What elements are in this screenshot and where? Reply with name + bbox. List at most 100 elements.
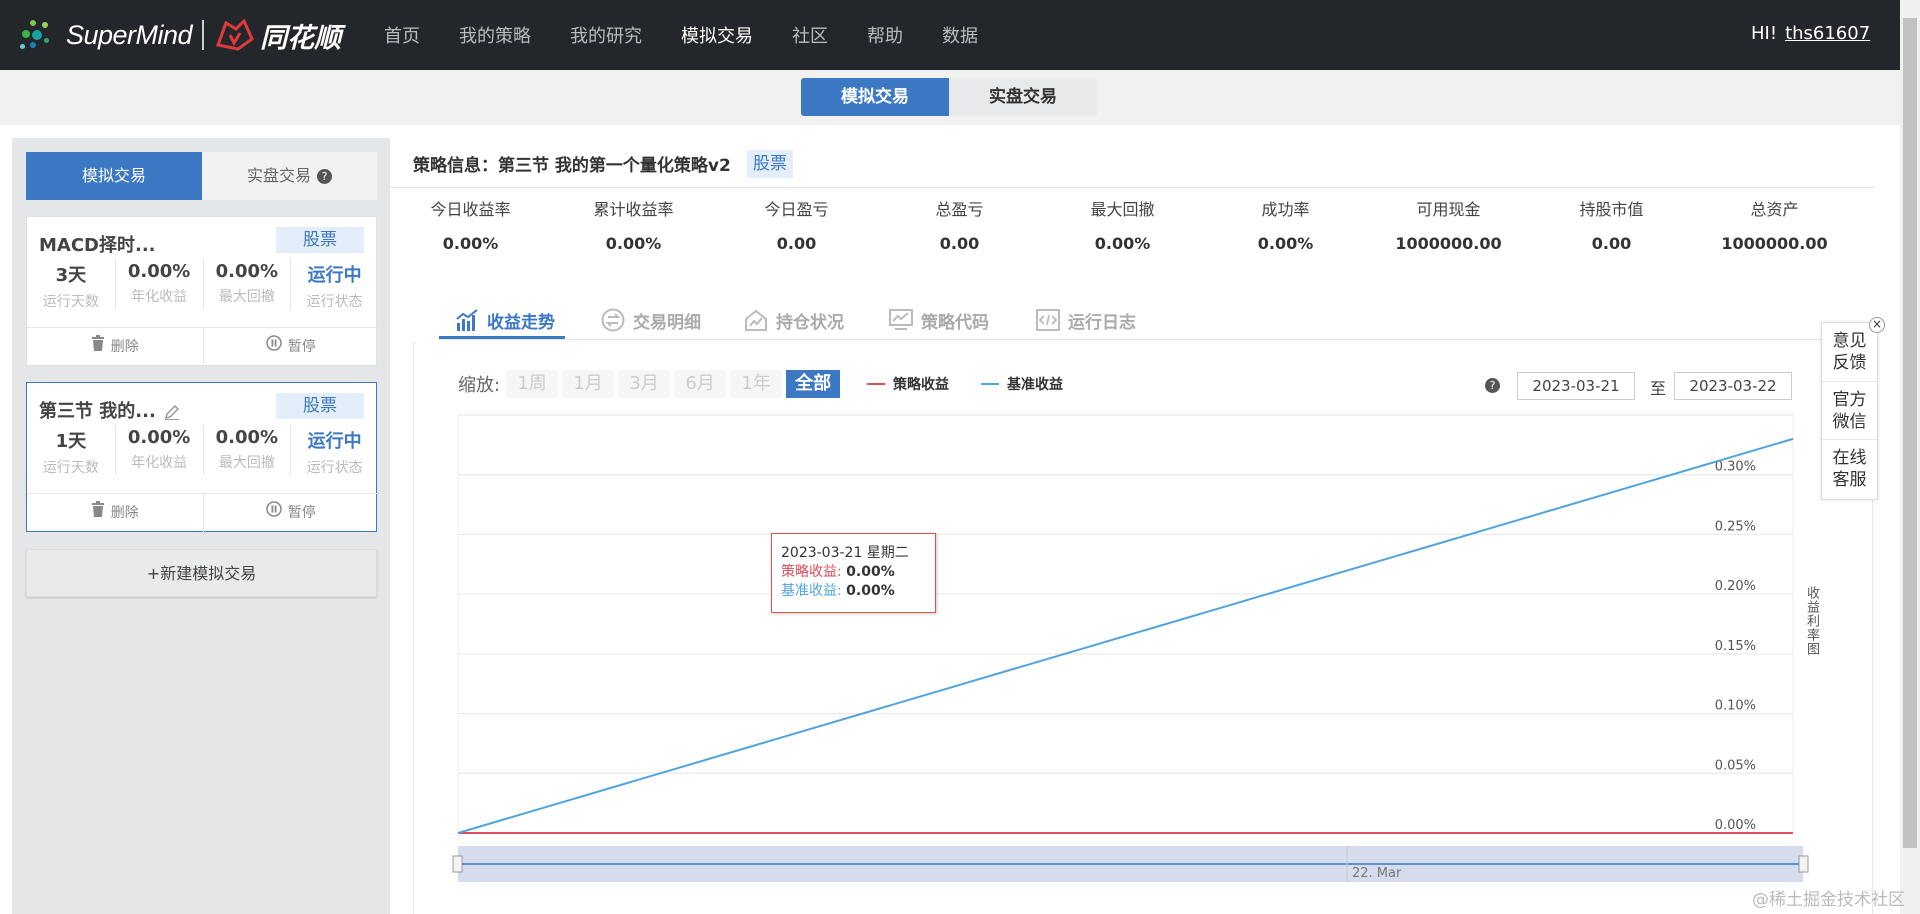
pause-label: 暂停 xyxy=(287,339,316,355)
zoom-controls: 缩放: 1周 1月 3月 6月 1年 全部 xyxy=(458,370,844,398)
stat-value: 1天 xyxy=(55,431,87,452)
supermind-wordmark: SuperMind xyxy=(66,19,193,50)
legend-label: 基准收益 xyxy=(1007,377,1063,393)
zoom-6m-button[interactable]: 6月 xyxy=(674,370,727,398)
zoom-3m-button[interactable]: 3月 xyxy=(618,370,671,398)
strategy-card[interactable]: MACD择时... 股票 3天 运行天数 0.00% 年化收益 0.00% 最大回撤 … xyxy=(26,216,379,366)
code-icon xyxy=(1036,309,1060,331)
delete-button[interactable]: 删除 xyxy=(27,328,203,366)
nav-my-strategies[interactable]: 我的策略 xyxy=(459,22,531,48)
legend-benchmark[interactable]: 基准收益 xyxy=(981,374,1063,394)
card-actions: 删除 暂停 xyxy=(27,493,378,532)
metric-label: 今日收益率 xyxy=(430,200,511,219)
feedback-widget: 意见反馈 官方微信 在线客服 xyxy=(1821,322,1878,500)
card-title-text: 第三节 我的... xyxy=(39,401,156,422)
stat-label: 运行天数 xyxy=(42,294,99,310)
zoom-1w-button[interactable]: 1周 xyxy=(506,370,559,398)
nav-data[interactable]: 数据 xyxy=(942,22,978,48)
feedback-button[interactable]: 意见反馈 xyxy=(1822,323,1877,381)
metric-label: 总盈亏 xyxy=(935,200,984,219)
tooltip-date: 2023-03-21 星期二 xyxy=(781,545,909,561)
tab-trade-details[interactable]: 交易明细 xyxy=(601,302,701,338)
metric-success-rate: 成功率 0.00% xyxy=(1204,196,1367,253)
stat-run-days: 3天运行天数 xyxy=(27,259,115,310)
stat-value: 3天 xyxy=(55,265,87,286)
stat-value: 运行中 xyxy=(307,265,362,286)
nav-community[interactable]: 社区 xyxy=(792,22,828,48)
pause-button[interactable]: 暂停 xyxy=(202,328,379,366)
card-title: MACD择时... xyxy=(39,235,156,256)
metric-total-pnl: 总盈亏 0.00 xyxy=(878,196,1041,253)
date-from-input[interactable]: 2023-03-21 xyxy=(1517,372,1635,400)
tab-label: 持仓状况 xyxy=(776,312,844,333)
watermark: @稀土掘金技术社区 xyxy=(1752,890,1905,910)
exchange-icon xyxy=(601,308,625,332)
stat-annual-return: 0.00% 年化收益 xyxy=(114,259,203,309)
close-icon[interactable]: × xyxy=(1869,317,1885,333)
pause-button[interactable]: 暂停 xyxy=(202,494,379,532)
legend-swatch xyxy=(981,383,999,385)
tab-strategy-code[interactable]: 策略代码 xyxy=(889,302,989,338)
date-separator: 至 xyxy=(1650,379,1667,398)
nav-sim-trading[interactable]: 模拟交易 xyxy=(681,22,753,48)
strategy-type-badge: 股票 xyxy=(747,150,793,178)
tabs-divider xyxy=(439,339,1875,340)
left-tab-sim[interactable]: 模拟交易 xyxy=(26,152,202,200)
stat-max-drawdown: 0.00% 最大回撤 xyxy=(202,425,291,475)
metric-today-return: 今日收益率 0.00% xyxy=(389,196,552,253)
tab-run-log[interactable]: 运行日志 xyxy=(1036,302,1136,338)
online-service-button[interactable]: 在线客服 xyxy=(1822,439,1877,497)
username-link[interactable]: ths61607 xyxy=(1785,23,1870,44)
metric-value: 0.00 xyxy=(776,234,817,253)
stat-label: 最大回撤 xyxy=(218,289,275,305)
nav-help[interactable]: 帮助 xyxy=(867,22,903,48)
left-tab-real[interactable]: 实盘交易? xyxy=(202,152,377,200)
trash-icon xyxy=(91,494,105,532)
bar-chart-icon xyxy=(456,309,478,331)
stat-value: 运行中 xyxy=(307,431,362,452)
stat-label: 年化收益 xyxy=(131,455,188,471)
pencil-icon[interactable] xyxy=(164,404,180,420)
card-type-badge: 股票 xyxy=(276,393,364,419)
pause-icon xyxy=(266,328,282,366)
official-wechat-button[interactable]: 官方微信 xyxy=(1822,381,1877,439)
metric-today-pnl: 今日盈亏 0.00 xyxy=(715,196,878,253)
metric-value: 0.00 xyxy=(1591,234,1632,253)
metric-label: 总资产 xyxy=(1750,200,1799,219)
tooltip-benchmark-value: 0.00% xyxy=(846,583,895,599)
help-icon[interactable]: ? xyxy=(317,169,332,184)
metric-value: 1000000.00 xyxy=(1721,234,1828,253)
zoom-1m-button[interactable]: 1月 xyxy=(562,370,615,398)
stat-label: 运行状态 xyxy=(306,460,363,476)
chart-tooltip: 2023-03-21 星期二 策略收益: 0.00% 基准收益: 0.00% xyxy=(771,533,936,613)
zoom-1y-button[interactable]: 1年 xyxy=(730,370,783,398)
metric-value: 1000000.00 xyxy=(1395,234,1502,253)
metric-value: 0.00 xyxy=(939,234,980,253)
main-nav: 首页 我的策略 我的研究 模拟交易 社区 帮助 数据 xyxy=(384,0,1017,70)
metric-available-cash: 可用现金 1000000.00 xyxy=(1367,196,1530,253)
scrollbar-thumb[interactable] xyxy=(1903,18,1917,848)
greeting-text: HI! xyxy=(1751,23,1778,44)
delete-button[interactable]: 删除 xyxy=(27,494,203,532)
nav-home[interactable]: 首页 xyxy=(384,22,420,48)
metric-label: 可用现金 xyxy=(1416,200,1481,219)
trading-mode-bar: 模拟交易 实盘交易 xyxy=(0,70,1900,125)
tab-positions[interactable]: 持仓状况 xyxy=(744,302,844,338)
nav-my-research[interactable]: 我的研究 xyxy=(570,22,642,48)
tab-real-trading[interactable]: 实盘交易 xyxy=(949,78,1097,116)
zoom-all-button[interactable]: 全部 xyxy=(786,370,841,398)
left-tab-real-label: 实盘交易 xyxy=(246,166,311,185)
card-type-badge: 股票 xyxy=(276,227,364,253)
chart-panel xyxy=(413,342,1873,914)
metric-label: 最大回撤 xyxy=(1090,200,1155,219)
tab-returns[interactable]: 收益走势 xyxy=(455,302,555,338)
date-help-icon[interactable]: ? xyxy=(1485,378,1500,393)
metric-value: 0.00% xyxy=(442,234,499,253)
strategy-card-selected[interactable]: 第三节 我的... 股票 1天 运行天数 0.00% 年化收益 0.00% 最大回撤 … xyxy=(26,382,378,532)
tab-sim-trading[interactable]: 模拟交易 xyxy=(801,78,949,116)
legend-strategy[interactable]: 策略收益 xyxy=(867,374,949,394)
date-to-input[interactable]: 2023-03-22 xyxy=(1674,372,1792,400)
stat-value: 0.00% xyxy=(127,261,191,282)
logo[interactable]: SuperMind 同花顺 xyxy=(18,16,341,54)
new-sim-trade-button[interactable]: +新建模拟交易 xyxy=(26,549,377,597)
